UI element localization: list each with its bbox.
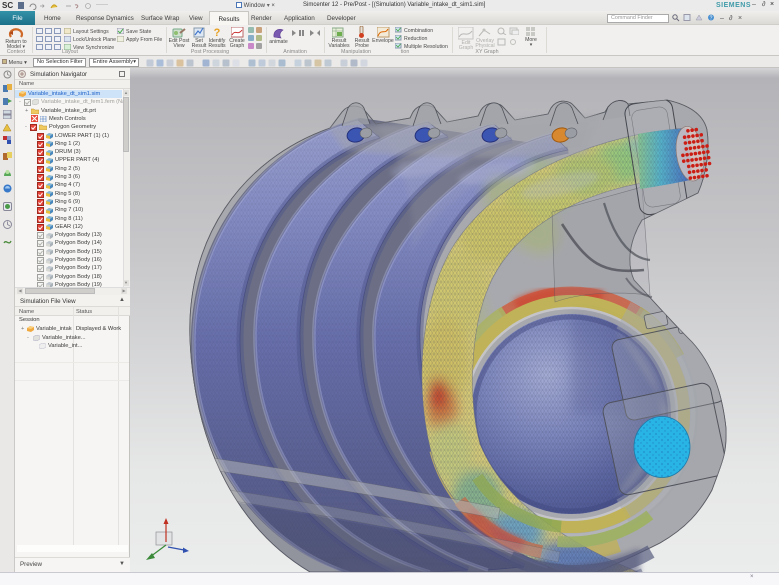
- svg-text:–: –: [720, 15, 724, 22]
- svg-text:∂: ∂: [729, 15, 733, 22]
- svg-text:×: ×: [738, 15, 742, 22]
- svg-text:?: ?: [214, 27, 221, 38]
- svg-text:?: ?: [710, 16, 713, 22]
